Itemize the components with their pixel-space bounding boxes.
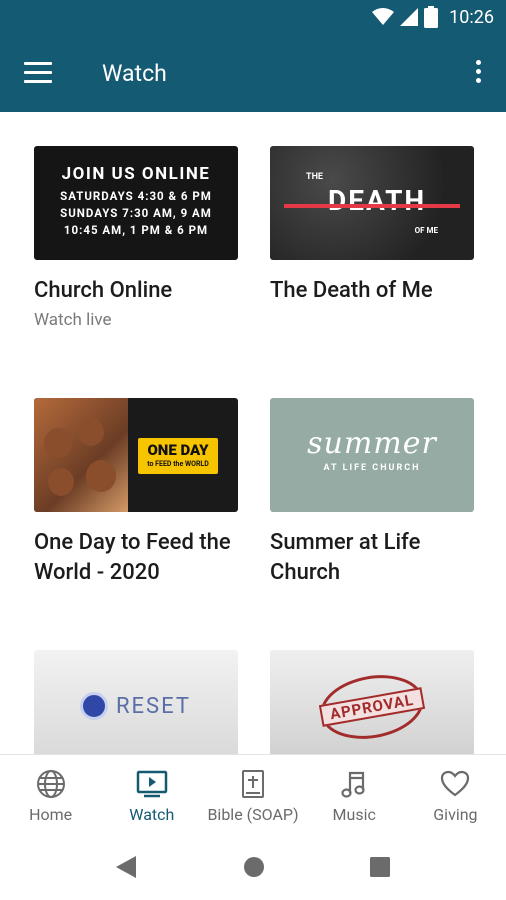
- power-icon: [80, 692, 108, 720]
- thumb-line: THE: [306, 172, 323, 182]
- thumb-line: 10:45 AM, 1 PM & 6 PM: [63, 223, 209, 237]
- one-day-logo: ONE DAY to FEED the WORLD: [138, 438, 218, 474]
- tv-play-icon: [136, 770, 168, 798]
- card-feed-the-world[interactable]: ONE DAY to FEED the WORLD One Day to Fee…: [34, 398, 238, 588]
- thumbnail-summer: summer AT LIFE CHURCH: [270, 398, 474, 512]
- nav-item-giving[interactable]: Giving: [405, 755, 506, 834]
- nav-label: Home: [29, 805, 73, 824]
- nav-item-music[interactable]: Music: [304, 755, 405, 834]
- status-icons: [372, 6, 438, 28]
- home-circle-icon[interactable]: [243, 856, 265, 878]
- bible-icon: [242, 770, 264, 798]
- thumb-line: DEATH: [328, 184, 427, 217]
- nav-label: Watch: [129, 805, 175, 824]
- card-reset[interactable]: RESET: [34, 650, 238, 754]
- nav-item-watch[interactable]: Watch: [101, 755, 202, 834]
- card-death-of-me[interactable]: THE DEATH OF ME The Death of Me: [270, 146, 474, 306]
- children-photo: [34, 398, 128, 512]
- thumb-line: OF ME: [414, 226, 438, 235]
- card-title: Church Online: [34, 278, 173, 303]
- status-time: 10:26: [449, 7, 494, 28]
- card-title: The Death of Me: [270, 278, 433, 303]
- card-subtitle: Watch live: [34, 310, 112, 330]
- strike-line: [284, 204, 460, 208]
- watch-grid: JOIN US ONLINE SATURDAYS 4:30 & 6 PM SUN…: [0, 112, 506, 754]
- app-bar: Watch: [0, 36, 506, 112]
- nav-item-home[interactable]: Home: [0, 755, 101, 834]
- thumb-line: AT LIFE CHURCH: [323, 463, 421, 473]
- heart-icon: [441, 770, 470, 797]
- music-note-icon: [341, 771, 365, 798]
- card-title: Summer at Life Church: [270, 530, 421, 585]
- recents-icon[interactable]: [369, 856, 391, 878]
- thumbnail-approval: APPROVAL: [270, 650, 474, 754]
- card-summer-life-church[interactable]: summer AT LIFE CHURCH Summer at Life Chu…: [270, 398, 474, 588]
- card-church-online[interactable]: JOIN US ONLINE SATURDAYS 4:30 & 6 PM SUN…: [34, 146, 238, 330]
- thumbnail-church-online: JOIN US ONLINE SATURDAYS 4:30 & 6 PM SUN…: [34, 146, 238, 260]
- thumb-line: ONE DAY: [147, 441, 209, 459]
- system-nav-bar: [0, 834, 506, 900]
- card-title: One Day to Feed the World - 2020: [34, 530, 231, 585]
- page-title: Watch: [102, 60, 167, 87]
- battery-icon: [424, 6, 438, 28]
- nav-item-bible[interactable]: Bible (SOAP): [202, 755, 303, 834]
- card-approval[interactable]: APPROVAL: [270, 650, 474, 754]
- bottom-nav: Home Watch Bible (SOAP) Music Giving: [0, 754, 506, 834]
- menu-icon[interactable]: [24, 62, 52, 84]
- wifi-icon: [372, 8, 394, 25]
- thumb-line: RESET: [116, 694, 191, 719]
- signal-icon: [400, 8, 418, 26]
- thumb-line: SATURDAYS 4:30 & 6 PM: [60, 189, 212, 203]
- more-vert-icon[interactable]: [474, 60, 482, 88]
- thumbnail-feed-the-world: ONE DAY to FEED the WORLD: [34, 398, 238, 512]
- nav-label: Bible (SOAP): [207, 805, 299, 824]
- thumb-line: to FEED the WORLD: [147, 460, 209, 468]
- thumbnail-death-of-me: THE DEATH OF ME: [270, 146, 474, 260]
- thumbnail-reset: RESET: [34, 650, 238, 754]
- status-bar: 10:26: [0, 0, 506, 36]
- thumb-line: SUNDAYS 7:30 AM, 9 AM: [60, 206, 212, 220]
- nav-label: Giving: [433, 805, 478, 824]
- globe-icon: [36, 770, 65, 798]
- thumb-heading: JOIN US ONLINE: [61, 164, 211, 184]
- thumb-line: summer: [307, 426, 437, 461]
- nav-label: Music: [332, 805, 376, 824]
- back-icon[interactable]: [116, 856, 136, 878]
